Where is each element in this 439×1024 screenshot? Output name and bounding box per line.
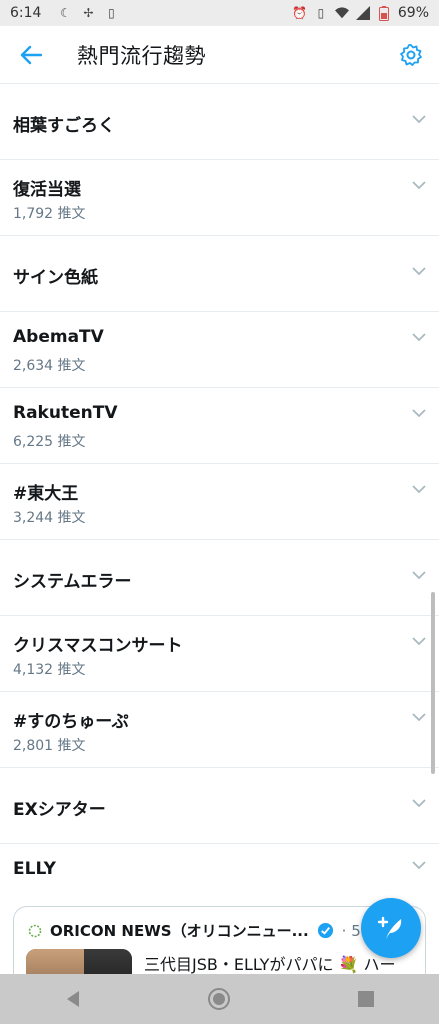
trend-item[interactable]: ELLY xyxy=(0,844,439,904)
nav-back-button[interactable] xyxy=(48,974,98,1024)
settings-button[interactable] xyxy=(397,41,425,69)
trend-name: サイン色紙 xyxy=(13,268,98,288)
chevron-down-icon[interactable] xyxy=(411,857,427,873)
trend-tweet-count: 6,225 推文 xyxy=(13,434,86,450)
chevron-down-icon[interactable] xyxy=(411,633,427,649)
page-title: 熱門流行趨勢 xyxy=(77,43,206,68)
oricon-logo-icon xyxy=(28,924,42,937)
chevron-down-icon[interactable] xyxy=(411,111,427,127)
trend-name: 復活当選 xyxy=(13,180,81,200)
trend-name: クリスマスコンサート xyxy=(13,636,183,656)
trend-name: RakutenTV xyxy=(13,403,118,423)
trend-name: EXシアター xyxy=(13,800,106,820)
status-time: 6:14 xyxy=(10,5,42,21)
tweet-text: 三代目JSB・ELLYがパパに 💐 ハー xyxy=(144,955,396,974)
trend-name: 相葉すごろく xyxy=(13,116,115,136)
trend-name: #東大王 xyxy=(13,484,79,504)
tweet-time: · 5 xyxy=(341,921,361,940)
vibrate-icon: ▯ xyxy=(317,6,325,20)
nav-back-icon xyxy=(67,991,80,1007)
trend-tweet-count: 4,132 推文 xyxy=(13,662,86,678)
gear-icon xyxy=(400,43,422,66)
trend-item[interactable]: サイン色紙 xyxy=(0,236,439,312)
system-nav-bar xyxy=(0,974,439,1024)
sim-icon: ▯ xyxy=(108,6,115,20)
chevron-down-icon[interactable] xyxy=(411,263,427,279)
scrollbar[interactable] xyxy=(431,592,435,774)
trend-item[interactable]: クリスマスコンサート 4,132 推文 xyxy=(0,616,439,692)
trend-item[interactable]: システムエラー xyxy=(0,540,439,616)
back-button[interactable] xyxy=(16,40,46,70)
chevron-down-icon[interactable] xyxy=(411,177,427,193)
trend-item[interactable]: 復活当選 1,792 推文 xyxy=(0,160,439,236)
wifi-icon xyxy=(334,6,349,20)
trend-name: #すのちゅーぷ xyxy=(13,712,129,732)
tweet-author: ORICON NEWS（オリコンニュー... xyxy=(50,922,309,940)
compose-tweet-button[interactable] xyxy=(361,898,421,958)
trend-item[interactable]: #すのちゅーぷ 2,801 推文 xyxy=(0,692,439,768)
trend-item[interactable]: RakutenTV 6,225 推文 xyxy=(0,388,439,464)
chevron-down-icon[interactable] xyxy=(411,709,427,725)
battery-percent: 69% xyxy=(397,5,429,21)
moon-icon: ☾ xyxy=(60,6,71,20)
tweet-card-header: ORICON NEWS（オリコンニュー... · 5 xyxy=(28,920,361,941)
app-header: 熱門流行趨勢 xyxy=(0,26,439,84)
trend-tweet-count: 3,244 推文 xyxy=(13,510,86,526)
trend-item[interactable]: 相葉すごろく xyxy=(0,84,439,160)
signal-icon xyxy=(355,6,370,20)
battery-icon xyxy=(377,5,391,21)
chevron-down-icon[interactable] xyxy=(411,795,427,811)
chevron-down-icon[interactable] xyxy=(411,567,427,583)
trend-item[interactable]: EXシアター xyxy=(0,768,439,844)
nav-recents-button[interactable] xyxy=(341,974,391,1024)
nav-recents-icon xyxy=(357,991,374,1007)
status-bar: 6:14 ☾ ✢ ▯ ⏰ ▯ 69% xyxy=(0,0,439,26)
nav-home-button[interactable] xyxy=(194,974,244,1024)
feather-plus-icon xyxy=(377,916,402,939)
trend-name: システムエラー xyxy=(13,572,132,592)
nav-home-icon xyxy=(208,988,231,1010)
chevron-down-icon[interactable] xyxy=(411,405,427,421)
back-arrow-icon xyxy=(20,45,42,64)
trend-name: AbemaTV xyxy=(13,327,104,347)
trend-tweet-count: 1,792 推文 xyxy=(13,206,86,222)
chevron-down-icon[interactable] xyxy=(411,481,427,497)
alarm-icon: ⏰ xyxy=(292,6,308,20)
trend-tweet-count: 2,634 推文 xyxy=(13,358,86,374)
trend-tweet-count: 2,801 推文 xyxy=(13,738,86,754)
fan-icon: ✢ xyxy=(83,6,94,20)
trend-item[interactable]: AbemaTV 2,634 推文 xyxy=(0,312,439,388)
trends-list: 相葉すごろく 復活当選 1,792 推文 サイン色紙 AbemaTV 2,634… xyxy=(0,84,439,904)
verified-badge-icon xyxy=(317,922,333,939)
trend-item[interactable]: #東大王 3,244 推文 xyxy=(0,464,439,540)
chevron-down-icon[interactable] xyxy=(411,329,427,345)
trend-name: ELLY xyxy=(13,859,56,879)
